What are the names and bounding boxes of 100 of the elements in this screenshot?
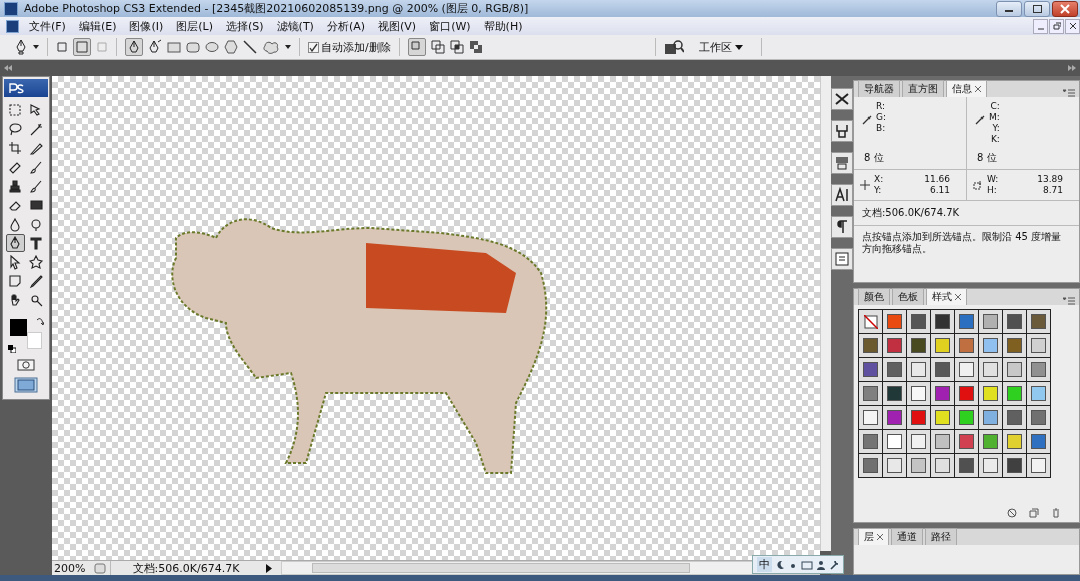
style-swatch[interactable] xyxy=(979,382,1003,406)
style-swatch[interactable] xyxy=(931,358,955,382)
panel-tab[interactable]: 层 xyxy=(858,528,889,545)
style-swatch[interactable] xyxy=(1027,454,1051,478)
expand-icon[interactable] xyxy=(1068,65,1076,71)
restore-button[interactable] xyxy=(1024,0,1050,17)
style-swatch[interactable] xyxy=(883,430,907,454)
swap-icon[interactable] xyxy=(36,317,44,325)
new-style-icon[interactable] xyxy=(1029,508,1039,518)
quick-mask-icon[interactable] xyxy=(17,359,35,371)
workspace-menu[interactable]: 工作区 xyxy=(699,39,743,55)
star-icon[interactable] xyxy=(27,253,46,271)
style-swatch[interactable] xyxy=(979,334,1003,358)
style-swatch[interactable] xyxy=(1003,310,1027,334)
menu-item[interactable]: 窗口(W) xyxy=(429,18,471,34)
close-icon[interactable] xyxy=(955,294,961,300)
style-swatch[interactable] xyxy=(1003,430,1027,454)
document-icon[interactable] xyxy=(6,19,19,33)
style-swatch[interactable] xyxy=(931,454,955,478)
style-swatch[interactable] xyxy=(1027,334,1051,358)
foreground-color-swatch[interactable] xyxy=(10,319,27,336)
style-swatch[interactable] xyxy=(931,382,955,406)
style-swatch[interactable] xyxy=(859,310,883,334)
bridge-icon[interactable] xyxy=(664,39,684,55)
menu-item[interactable]: 选择(S) xyxy=(226,18,264,34)
auto-add-delete-checkbox[interactable]: 自动添加/删除 xyxy=(308,39,391,55)
style-swatch[interactable] xyxy=(979,310,1003,334)
pen-icon[interactable] xyxy=(125,38,143,56)
style-swatch[interactable] xyxy=(931,334,955,358)
character-icon[interactable] xyxy=(831,184,853,206)
subtract-area-icon[interactable] xyxy=(430,40,445,54)
panel-menu-icon[interactable] xyxy=(1063,297,1075,305)
lasso-icon[interactable] xyxy=(6,120,25,138)
menu-item[interactable]: 帮助(H) xyxy=(483,18,523,34)
background-color-swatch[interactable] xyxy=(27,332,42,349)
paragraph-icon[interactable] xyxy=(831,216,853,238)
style-swatch[interactable] xyxy=(907,358,931,382)
style-swatch[interactable] xyxy=(907,382,931,406)
status-icon[interactable] xyxy=(94,562,106,574)
style-swatch[interactable] xyxy=(883,382,907,406)
style-swatch[interactable] xyxy=(883,406,907,430)
panel-tab[interactable]: 导航器 xyxy=(858,80,900,97)
close-button[interactable] xyxy=(1052,0,1078,17)
clone-source-icon[interactable] xyxy=(831,152,853,174)
minimize-button[interactable] xyxy=(996,0,1022,17)
menu-item[interactable]: 编辑(E) xyxy=(78,18,117,34)
style-swatch[interactable] xyxy=(1027,382,1051,406)
wrench-icon[interactable] xyxy=(829,559,839,570)
style-swatch[interactable] xyxy=(1027,310,1051,334)
style-swatch[interactable] xyxy=(907,406,931,430)
pen-icon[interactable] xyxy=(6,234,25,252)
style-swatch[interactable] xyxy=(883,310,907,334)
shape-layers-icon[interactable] xyxy=(56,41,68,53)
close-icon[interactable] xyxy=(975,86,981,92)
style-swatch[interactable] xyxy=(1003,334,1027,358)
screen-mode-icon[interactable] xyxy=(14,377,38,393)
panel-tab[interactable]: 色板 xyxy=(892,288,924,305)
collapse-icon[interactable] xyxy=(4,65,12,71)
style-swatch[interactable] xyxy=(1027,406,1051,430)
close-button[interactable] xyxy=(1065,18,1080,34)
style-swatch[interactable] xyxy=(1003,358,1027,382)
style-swatch[interactable] xyxy=(931,430,955,454)
style-swatch[interactable] xyxy=(907,454,931,478)
menu-item[interactable]: 视图(V) xyxy=(378,18,417,34)
trash-icon[interactable] xyxy=(1051,508,1061,518)
menu-item[interactable]: 文件(F) xyxy=(29,18,66,34)
keyboard-icon[interactable] xyxy=(801,559,813,570)
layer-comps-icon[interactable] xyxy=(831,248,853,270)
caret-icon[interactable] xyxy=(33,45,39,49)
style-swatch[interactable] xyxy=(883,358,907,382)
style-swatch[interactable] xyxy=(955,406,979,430)
style-swatch[interactable] xyxy=(955,310,979,334)
close-icon[interactable] xyxy=(877,534,883,540)
style-swatch[interactable] xyxy=(1003,406,1027,430)
panel-tab[interactable]: 颜色 xyxy=(858,288,890,305)
menu-item[interactable]: 图层(L) xyxy=(176,18,213,34)
user-icon[interactable] xyxy=(816,559,826,570)
style-swatch[interactable] xyxy=(1027,430,1051,454)
style-swatch[interactable] xyxy=(907,310,931,334)
rounded-rectangle-icon[interactable] xyxy=(186,41,200,53)
line-icon[interactable] xyxy=(243,40,257,54)
style-swatch[interactable] xyxy=(907,430,931,454)
intersect-area-icon[interactable] xyxy=(449,40,464,54)
polygon-icon[interactable] xyxy=(224,40,238,54)
exclude-area-icon[interactable] xyxy=(468,40,483,54)
panel-tab[interactable]: 信息 xyxy=(946,80,987,97)
style-swatch[interactable] xyxy=(1027,358,1051,382)
brushes-icon[interactable] xyxy=(831,120,853,142)
style-swatch[interactable] xyxy=(955,454,979,478)
rectangle-icon[interactable] xyxy=(167,41,181,53)
panel-tab[interactable]: 路径 xyxy=(925,528,957,545)
style-swatch[interactable] xyxy=(883,454,907,478)
style-swatch[interactable] xyxy=(931,406,955,430)
style-swatch[interactable] xyxy=(1003,454,1027,478)
clear-style-icon[interactable] xyxy=(1007,508,1017,518)
panel-menu-icon[interactable] xyxy=(1063,89,1075,97)
panel-tab[interactable]: 通道 xyxy=(891,528,923,545)
paths-icon[interactable] xyxy=(73,38,91,56)
panel-tab[interactable]: 样式 xyxy=(926,288,967,305)
pen-icon[interactable] xyxy=(14,39,28,55)
